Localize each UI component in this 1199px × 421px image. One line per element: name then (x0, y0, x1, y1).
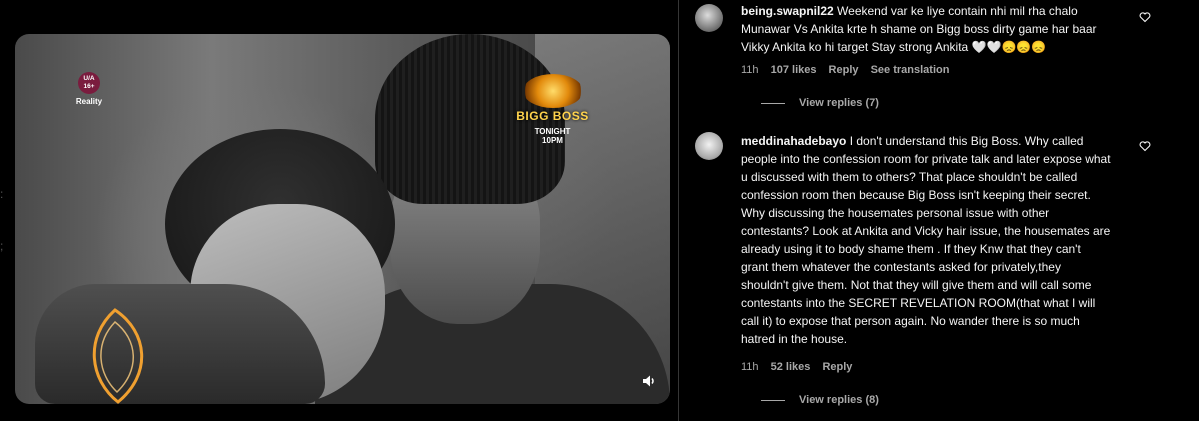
airtime-label: TONIGHT 10PM (505, 127, 600, 145)
volume-icon[interactable] (641, 373, 657, 389)
reply-button[interactable]: Reply (829, 64, 859, 76)
like-heart-icon[interactable] (1139, 140, 1151, 152)
comment-time: 11h (741, 64, 759, 76)
rating-line: 16+ (83, 82, 95, 90)
reply-button[interactable]: Reply (822, 361, 852, 373)
edge-scroll-glyph: : (0, 187, 4, 201)
rating-line: U/A (83, 75, 95, 82)
view-replies-label: View replies (7) (799, 97, 879, 109)
avatar[interactable] (695, 4, 723, 32)
genre-label: Reality (75, 97, 103, 106)
see-translation-button[interactable]: See translation (871, 64, 950, 76)
like-heart-icon[interactable] (1139, 11, 1151, 23)
comment-body: meddinahadebayo I don't understand this … (741, 132, 1111, 348)
replies-line (761, 399, 785, 401)
comments-panel: being.swapnil22 Weekend var ke liye cont… (679, 0, 1199, 421)
show-logo: BIGG BOSS TONIGHT 10PM (505, 74, 600, 145)
logo-title: BIGG BOSS (516, 109, 589, 123)
view-replies-button[interactable]: View replies (8) (761, 394, 879, 406)
airtime-time: 10PM (542, 136, 563, 145)
comment-likes[interactable]: 107 likes (771, 64, 817, 76)
comment-meta: 11h 52 likes Reply (741, 361, 861, 373)
comment-text: I don't understand this Big Boss. Why ca… (741, 134, 1111, 346)
media-pane: : ; U/A 16+ Reality BIGG BOSS TONIGHT 10… (0, 0, 678, 421)
comment-username[interactable]: being.swapnil22 (741, 4, 834, 18)
comment-likes[interactable]: 52 likes (771, 361, 811, 373)
logo-emblem-icon (522, 74, 583, 108)
content-rating: U/A 16+ Reality (69, 72, 109, 106)
edge-scroll-glyph: ; (0, 239, 4, 253)
comment-time: 11h (741, 361, 759, 373)
comment-meta: 11h 107 likes Reply See translation (741, 64, 958, 76)
view-replies-button[interactable]: View replies (7) (761, 97, 879, 109)
comment-body: being.swapnil22 Weekend var ke liye cont… (741, 2, 1111, 56)
replies-line (761, 102, 785, 104)
comment-username[interactable]: meddinahadebayo (741, 134, 846, 148)
avatar[interactable] (695, 132, 723, 160)
airtime-tonight: TONIGHT (534, 127, 571, 136)
rating-badge: U/A 16+ (78, 72, 100, 94)
channel-mark-icon (92, 308, 144, 404)
view-replies-label: View replies (8) (799, 394, 879, 406)
video-player[interactable]: U/A 16+ Reality BIGG BOSS TONIGHT 10PM (15, 34, 670, 404)
